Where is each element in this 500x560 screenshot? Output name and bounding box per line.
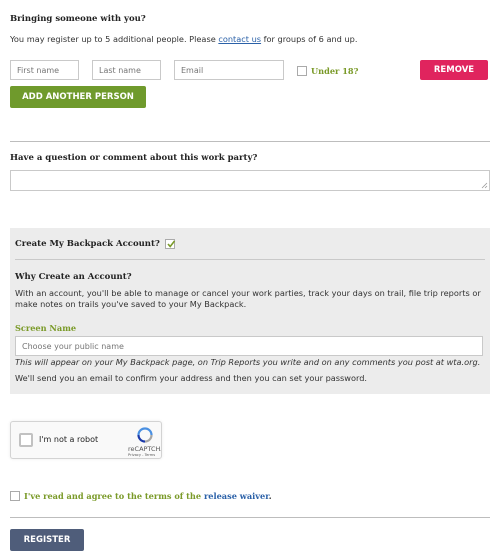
- screen-name-note: This will appear on your My Backpack pag…: [15, 357, 481, 367]
- waiver-text-suffix: .: [268, 491, 272, 501]
- account-divider: [15, 259, 485, 260]
- guests-intro: You may register up to 5 additional peop…: [10, 34, 357, 44]
- waiver-text-prefix: I've read and agree to the terms of the: [24, 491, 204, 501]
- question-heading: Have a question or comment about this wo…: [10, 153, 258, 163]
- create-account-checkbox[interactable]: [164, 239, 176, 249]
- why-account-heading: Why Create an Account?: [15, 272, 132, 282]
- first-name-input[interactable]: [10, 60, 79, 80]
- email-input[interactable]: [174, 60, 284, 80]
- guests-heading: Bringing someone with you?: [10, 14, 146, 24]
- waiver-text: I've read and agree to the terms of the …: [24, 491, 272, 501]
- guests-intro-text: You may register up to 5 additional peop…: [10, 34, 219, 44]
- recaptcha-checkbox[interactable]: [19, 433, 33, 447]
- checkmark-icon: [167, 240, 176, 248]
- recaptcha-widget: I'm not a robot reCAPTCHA Privacy - Term…: [10, 421, 162, 459]
- contact-us-link[interactable]: contact us: [218, 34, 261, 44]
- release-waiver-link[interactable]: release waiver: [204, 491, 269, 501]
- create-account-option[interactable]: Create My Backpack Account?: [15, 239, 176, 249]
- under18-option[interactable]: Under 18?: [297, 66, 358, 76]
- recaptcha-links[interactable]: Privacy - Terms: [128, 453, 155, 457]
- under18-checkbox[interactable]: [297, 66, 307, 76]
- why-account-text: With an account, you'll be able to manag…: [15, 288, 481, 309]
- divider: [10, 141, 490, 142]
- register-button[interactable]: REGISTER: [10, 529, 84, 551]
- waiver-checkbox[interactable]: [10, 491, 20, 501]
- recaptcha-brand: reCAPTCHA: [128, 445, 162, 453]
- question-textarea[interactable]: [10, 170, 490, 191]
- resize-handle-icon[interactable]: [481, 182, 488, 189]
- under18-label: Under 18?: [311, 66, 359, 76]
- screen-name-label: Screen Name: [15, 323, 77, 333]
- guests-intro-suffix: for groups of 6 and up.: [261, 34, 358, 44]
- waiver-option[interactable]: I've read and agree to the terms of the …: [10, 491, 272, 501]
- account-panel: [10, 228, 490, 394]
- add-another-person-button[interactable]: ADD ANOTHER PERSON: [10, 86, 146, 108]
- last-name-input[interactable]: [92, 60, 161, 80]
- remove-button[interactable]: REMOVE: [420, 60, 488, 80]
- screen-name-input[interactable]: [15, 336, 483, 356]
- create-account-label: Create My Backpack Account?: [15, 239, 160, 249]
- recaptcha-logo-icon: [137, 427, 153, 443]
- divider-bottom: [10, 517, 490, 518]
- email-confirm-note: We'll send you an email to confirm your …: [15, 373, 368, 383]
- recaptcha-label: I'm not a robot: [39, 435, 99, 444]
